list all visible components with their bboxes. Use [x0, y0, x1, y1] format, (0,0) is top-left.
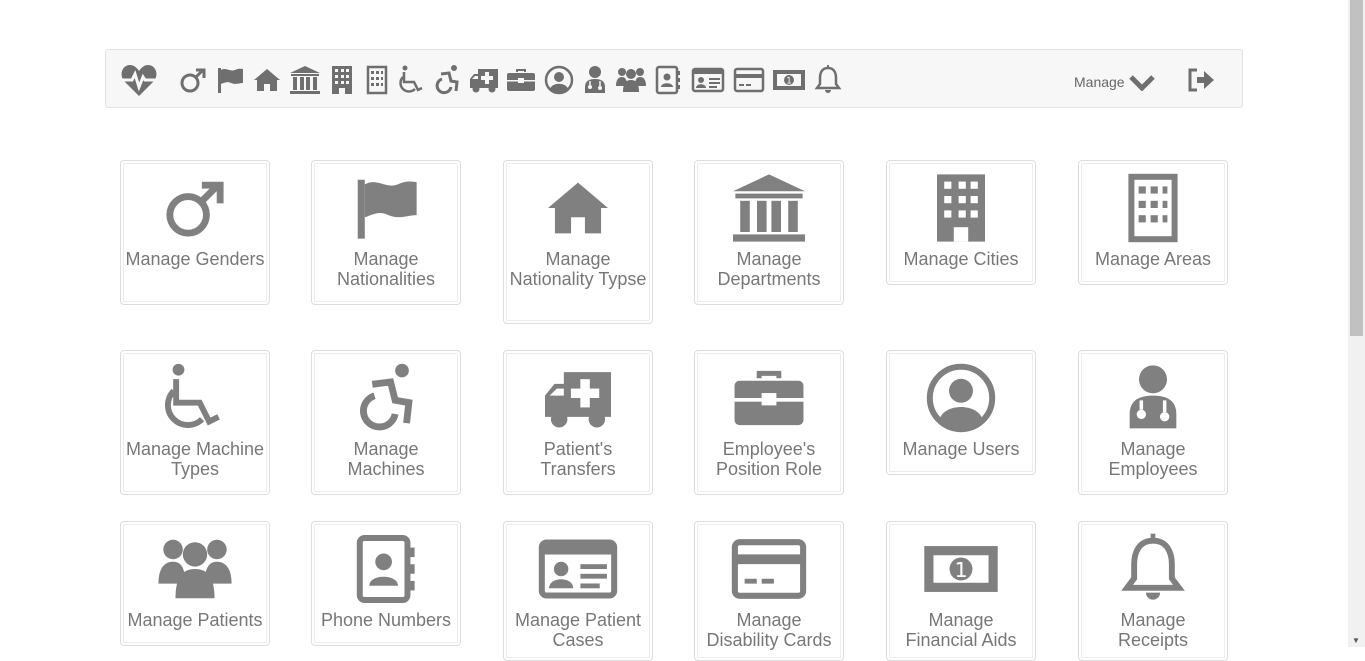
id-card-icon[interactable]	[691, 64, 725, 96]
tile-manage-machines[interactable]: Manage Machines	[311, 350, 461, 495]
building-icon[interactable]	[331, 64, 353, 96]
tile-manage-areas[interactable]: Manage Areas	[1078, 160, 1228, 285]
tile-label: Manage Machines	[347, 439, 425, 479]
svg-text:1: 1	[786, 77, 792, 87]
home-icon[interactable]	[253, 64, 281, 96]
tile-manage-receipts[interactable]: Manage Receipts	[1078, 521, 1228, 661]
building-outline-icon	[1125, 169, 1181, 247]
user-circle-icon	[925, 359, 997, 437]
wheelchair-icon	[162, 359, 228, 437]
tile-label: Phone Numbers	[320, 610, 452, 630]
users-icon[interactable]	[615, 64, 647, 96]
tile-label: Manage Users	[902, 439, 1020, 459]
manage-label: Manage	[1074, 74, 1125, 90]
ambulance-icon	[540, 359, 616, 437]
flag-icon[interactable]	[216, 64, 244, 96]
tile-manage-cities[interactable]: Manage Cities	[886, 160, 1036, 285]
tile-manage-genders[interactable]: Manage Genders	[120, 160, 270, 305]
tile-label: Patient's Transfers	[540, 439, 616, 479]
tile-label: Manage Employees	[1108, 439, 1198, 479]
wheelchair-active-icon[interactable]	[433, 64, 461, 96]
users-icon	[156, 530, 234, 608]
chevron-down-icon	[1128, 75, 1155, 91]
tile-label: Manage Financial Aids	[905, 610, 1017, 650]
tile-manage-nationality-types[interactable]: Manage Nationality Typse	[503, 160, 653, 324]
tile-patients-transfers[interactable]: Patient's Transfers	[503, 350, 653, 495]
tile-label: Manage Disability Cards	[706, 610, 832, 650]
scrollbar-thumb[interactable]	[1350, 0, 1363, 336]
building-icon	[933, 169, 989, 247]
tile-manage-users[interactable]: Manage Users	[886, 350, 1036, 475]
credit-card-icon[interactable]	[733, 64, 765, 96]
logout-icon[interactable]	[1186, 66, 1216, 99]
bank-icon[interactable]	[289, 64, 321, 96]
money-bill-icon: 1	[922, 530, 1000, 608]
bank-icon	[730, 169, 808, 247]
tile-label: Manage Patient Cases	[514, 610, 642, 650]
wheelchair-active-icon	[354, 359, 418, 437]
tile-label: Manage Genders	[125, 249, 265, 269]
address-book-icon[interactable]	[655, 64, 681, 96]
tile-manage-disability-cards[interactable]: Manage Disability Cards	[694, 521, 844, 661]
address-book-icon	[355, 530, 417, 608]
tile-manage-machine-types[interactable]: Manage Machine Types	[120, 350, 270, 495]
bell-icon	[1120, 530, 1186, 608]
tile-label: Manage Departments	[717, 249, 821, 289]
tile-manage-employees[interactable]: Manage Employees	[1078, 350, 1228, 495]
vertical-scrollbar[interactable]: ▼	[1348, 0, 1365, 647]
briefcase-icon[interactable]	[506, 64, 536, 96]
scroll-down-arrow-icon[interactable]: ▼	[1352, 636, 1360, 645]
tile-manage-financial-aids[interactable]: 1 Manage Financial Aids	[886, 521, 1036, 661]
wheelchair-icon[interactable]	[398, 64, 426, 96]
tile-label: Manage Areas	[1094, 249, 1212, 269]
tile-label: Manage Nationalities	[336, 249, 436, 289]
flag-icon	[351, 169, 421, 247]
tile-label: Manage Machine Types	[125, 439, 265, 479]
tile-manage-patient-cases[interactable]: Manage Patient Cases	[503, 521, 653, 661]
top-navbar: 1 Manage	[105, 49, 1243, 108]
money-bill-icon[interactable]: 1	[772, 64, 806, 96]
male-icon[interactable]	[180, 64, 206, 96]
bell-icon[interactable]	[814, 64, 842, 96]
briefcase-icon	[732, 359, 806, 437]
tile-manage-patients[interactable]: Manage Patients	[120, 521, 270, 646]
tile-label: Manage Nationality Typse	[509, 249, 647, 289]
tile-label: Employee's Position Role	[715, 439, 823, 479]
user-circle-icon[interactable]	[544, 64, 574, 96]
tile-manage-departments[interactable]: Manage Departments	[694, 160, 844, 305]
credit-card-icon	[730, 530, 808, 608]
doctor-icon	[1124, 359, 1182, 437]
tile-manage-nationalities[interactable]: Manage Nationalities	[311, 160, 461, 305]
tile-label: Manage Cities	[903, 249, 1019, 269]
tile-label: Manage Receipts	[1117, 610, 1189, 650]
building-outline-icon[interactable]	[366, 64, 388, 96]
ambulance-icon[interactable]	[468, 64, 500, 96]
tile-label: Manage Patients	[127, 610, 263, 630]
tile-phone-numbers[interactable]: Phone Numbers	[311, 521, 461, 646]
tile-employees-position-role[interactable]: Employee's Position Role	[694, 350, 844, 495]
home-icon	[545, 169, 611, 247]
heartbeat-logo-icon[interactable]	[120, 64, 158, 96]
doctor-icon[interactable]	[583, 64, 607, 96]
id-card-icon	[537, 530, 619, 608]
svg-text:1: 1	[954, 558, 967, 582]
male-icon	[163, 169, 227, 247]
manage-dropdown[interactable]: Manage	[1074, 68, 1155, 96]
